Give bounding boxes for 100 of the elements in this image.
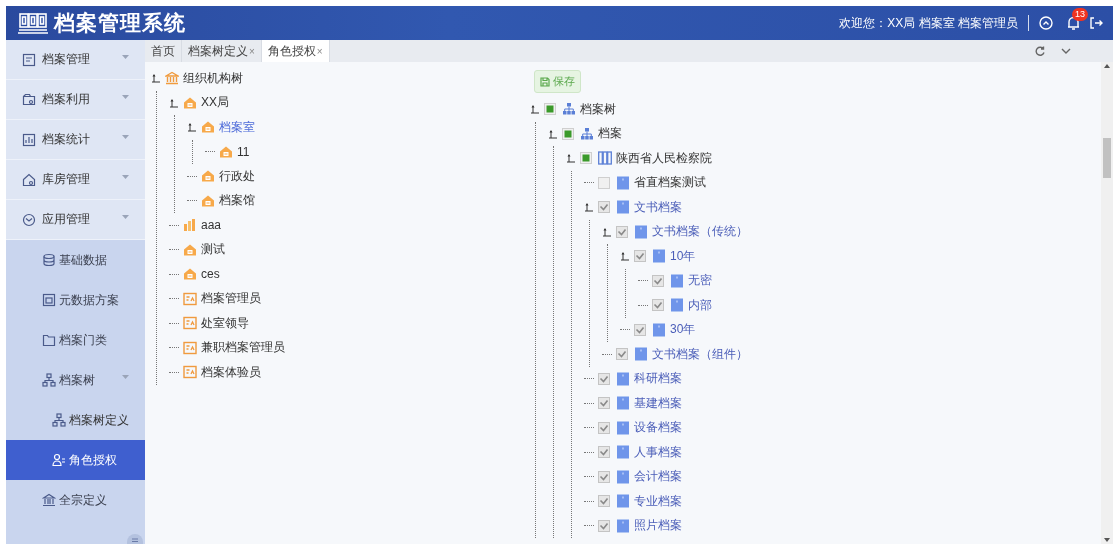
checkbox[interactable] — [598, 470, 610, 483]
tree-node-label[interactable]: 30年 — [670, 321, 696, 339]
scrollbar-thumb[interactable] — [1103, 138, 1111, 178]
tree-node-label[interactable]: 设备档案 — [634, 419, 682, 437]
book-icon — [616, 175, 630, 190]
tree-node-label[interactable]: 档案室 — [219, 118, 255, 136]
tree-node-label[interactable]: 组织机构树 — [183, 69, 243, 87]
scrollbar[interactable] — [1101, 62, 1113, 544]
collapse-handle-icon[interactable] — [127, 534, 143, 544]
book-icon — [616, 469, 630, 484]
collapse-toggle-icon[interactable] — [530, 104, 540, 115]
tree-node-label[interactable]: 文书档案 — [634, 198, 682, 216]
tree-node-label[interactable]: 测试 — [201, 241, 225, 259]
checkbox[interactable] — [652, 299, 664, 312]
tree-node-label[interactable]: 省直档案测试 — [634, 174, 706, 192]
checkbox[interactable] — [598, 201, 610, 214]
book-icon — [616, 420, 630, 435]
tree-node-label[interactable]: 科研档案 — [634, 370, 682, 388]
id-card-icon — [183, 316, 197, 331]
tab[interactable]: 角色授权× — [261, 40, 330, 62]
nav-item[interactable]: 档案管理 — [6, 40, 145, 80]
book-icon — [616, 445, 630, 460]
logout-icon[interactable] — [1090, 17, 1103, 29]
menu-icon — [22, 52, 36, 67]
scroll-up-icon[interactable] — [1104, 64, 1110, 68]
collapse-toggle-icon[interactable] — [620, 251, 630, 262]
checkbox[interactable] — [598, 446, 610, 459]
tree-node-label[interactable]: 档案管理员 — [201, 290, 261, 308]
collapse-toggle-icon[interactable] — [151, 73, 161, 84]
collapse-toggle-icon[interactable] — [187, 122, 197, 133]
tree-node-label[interactable]: 档案树 — [580, 100, 616, 118]
id-card-icon — [183, 340, 197, 355]
collapse-toggle-icon[interactable] — [584, 202, 594, 213]
collapse-toggle-icon[interactable] — [602, 226, 612, 237]
tree-node-label[interactable]: 档案馆 — [219, 192, 255, 210]
checkbox[interactable] — [598, 372, 610, 385]
book-icon — [616, 518, 630, 533]
tree-node-label[interactable]: 11 — [237, 144, 250, 159]
tree-node-label[interactable]: 照片档案 — [634, 517, 682, 535]
book-icon — [616, 200, 630, 215]
checkbox[interactable] — [616, 225, 628, 238]
tree-node-label[interactable]: 文书档案（传统） — [652, 223, 748, 241]
institution-icon — [165, 71, 179, 86]
tree-node-label[interactable]: 10年 — [670, 247, 696, 265]
tree-node-label[interactable]: 会计档案 — [634, 468, 682, 486]
tree-node-label[interactable]: ces — [201, 267, 220, 282]
menu-icon — [22, 172, 36, 187]
close-tab-icon[interactable]: × — [316, 45, 323, 57]
tab[interactable]: 首页 — [145, 40, 182, 62]
house-icon — [183, 95, 197, 110]
tree-node-label[interactable]: 处室领导 — [201, 314, 249, 332]
checkbox[interactable] — [598, 519, 610, 532]
tree-node-label[interactable]: 行政处 — [219, 167, 255, 185]
nav-item[interactable]: 档案利用 — [6, 80, 145, 120]
checkbox[interactable] — [652, 274, 664, 287]
tree-node-label[interactable]: aaa — [201, 218, 222, 233]
tree-node-label[interactable]: 人事档案 — [634, 443, 682, 461]
collapse-toggle-icon[interactable] — [169, 97, 179, 108]
checkbox[interactable] — [598, 397, 610, 410]
collapse-toggle-icon[interactable] — [566, 153, 576, 164]
tree-node-label[interactable]: 兼职档案管理员 — [201, 339, 285, 357]
tab[interactable]: 档案树定义× — [182, 40, 262, 62]
tree-node-label[interactable]: 文书档案（组件） — [652, 345, 748, 363]
refresh-icon[interactable] — [1035, 46, 1045, 56]
checkbox[interactable] — [562, 127, 574, 140]
menu-icon — [42, 373, 56, 387]
checkbox[interactable] — [598, 176, 610, 189]
notification-badge: 13 — [1072, 8, 1088, 21]
nav-item[interactable]: 角色授权 — [6, 440, 145, 480]
hierarchy-icon — [580, 126, 594, 141]
nav-item[interactable]: 应用管理 — [6, 200, 145, 240]
checkbox[interactable] — [634, 323, 646, 336]
checkbox[interactable] — [616, 348, 628, 361]
checkbox[interactable] — [634, 250, 646, 263]
checkbox[interactable] — [580, 152, 592, 165]
logo-icon — [18, 12, 48, 34]
scroll-down-icon[interactable] — [1104, 538, 1110, 542]
book-icon — [670, 273, 684, 288]
tree-node-label[interactable]: XX局 — [201, 94, 229, 112]
nav-item[interactable]: 档案统计 — [6, 120, 145, 160]
tree-node-label[interactable]: 基建档案 — [634, 394, 682, 412]
columns-icon — [598, 151, 612, 166]
checkbox[interactable] — [544, 103, 556, 116]
collapse-toggle-icon[interactable] — [548, 128, 558, 139]
chevron-down-icon[interactable] — [1061, 48, 1071, 54]
menu-icon — [42, 333, 56, 347]
tree-node-label[interactable]: 专业档案 — [634, 492, 682, 510]
tree-node-label[interactable]: 无密 — [688, 272, 712, 290]
menu-icon — [52, 453, 66, 467]
nav-item[interactable]: 库房管理 — [6, 160, 145, 200]
collapse-up-icon[interactable] — [1039, 16, 1053, 30]
checkbox[interactable] — [598, 495, 610, 508]
bell-icon[interactable] — [1067, 16, 1080, 30]
book-icon — [670, 298, 684, 313]
tree-node-label[interactable]: 档案体验员 — [201, 363, 261, 381]
tree-node-label[interactable]: 陕西省人民检察院 — [616, 149, 712, 167]
checkbox[interactable] — [598, 421, 610, 434]
menu-icon — [42, 293, 56, 307]
tree-node-label[interactable]: 内部 — [688, 296, 712, 314]
tree-node-label[interactable]: 档案 — [598, 125, 622, 143]
